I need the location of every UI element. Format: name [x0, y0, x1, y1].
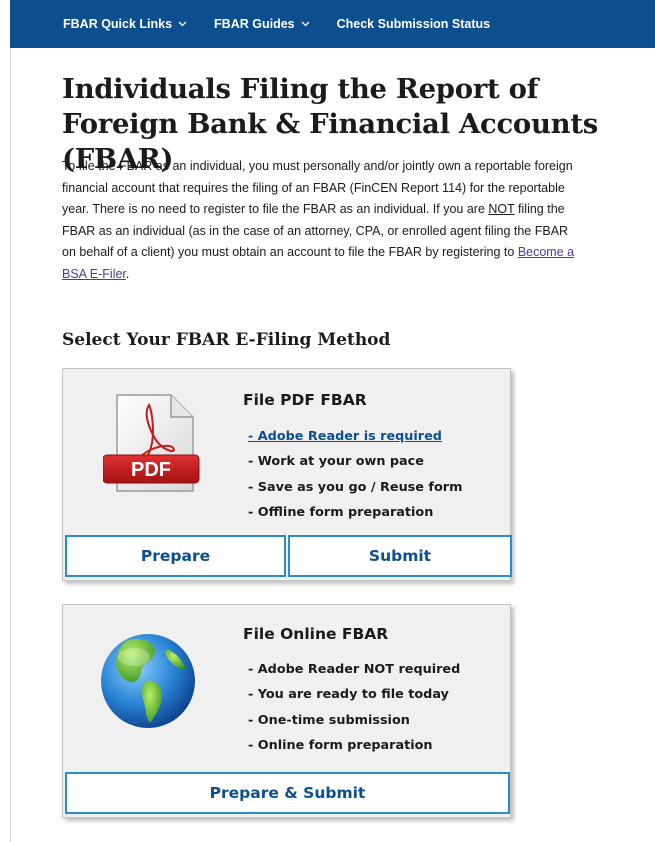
list-item[interactable]: - Adobe Reader is required [248, 424, 462, 449]
section-title: Select Your FBAR E-Filing Method [62, 330, 391, 350]
chevron-down-icon [301, 21, 310, 27]
pdf-fbar-card: PDF File PDF FBAR - Adobe Reader is requ… [62, 368, 512, 581]
nav-item-label: FBAR Guides [214, 17, 295, 31]
list-item: - Online form preparation [248, 737, 433, 753]
list-item: - Save as you go / Reuse form [248, 479, 463, 495]
page-left-border [10, 0, 11, 842]
nav-fbar-guides[interactable]: FBAR Guides [214, 17, 310, 31]
pdf-card-buttons: Prepare Submit [65, 535, 512, 577]
intro-not-emphasis: NOT [488, 202, 515, 217]
chevron-down-icon [178, 21, 187, 27]
prepare-and-submit-button[interactable]: Prepare & Submit [65, 772, 510, 814]
nav-check-submission-status[interactable]: Check Submission Status [337, 17, 491, 31]
list-item: - You are ready to file today [248, 687, 449, 703]
globe-icon [101, 634, 195, 728]
pdf-card-title: File PDF FBAR [243, 391, 367, 409]
online-fbar-card: File Online FBAR - Adobe Reader NOT requ… [62, 604, 511, 818]
top-navigation: FBAR Quick Links FBAR Guides Check Submi… [10, 0, 655, 48]
online-feature-list: - Adobe Reader NOT required - You are re… [248, 657, 460, 758]
list-item: - Adobe Reader NOT required [248, 662, 461, 677]
adobe-reader-required-link[interactable]: - Adobe Reader is required [248, 429, 442, 444]
list-item: - One-time submission [248, 712, 410, 728]
pdf-file-icon: PDF [103, 394, 200, 492]
intro-text-3: . [125, 266, 130, 281]
prepare-button[interactable]: Prepare [65, 535, 286, 577]
pdf-icon-label: PDF [131, 459, 171, 481]
nav-item-label: FBAR Quick Links [63, 17, 173, 31]
nav-item-label: Check Submission Status [336, 17, 491, 31]
online-card-title: File Online FBAR [243, 625, 389, 643]
online-card-buttons: Prepare & Submit [65, 772, 510, 814]
list-item: - Offline form preparation [248, 504, 434, 520]
nav-fbar-quick-links[interactable]: FBAR Quick Links [63, 17, 187, 31]
list-item: - Work at your own pace [248, 454, 424, 470]
intro-paragraph: To file the FBAR as an individual, you m… [62, 156, 582, 286]
pdf-feature-list: - Adobe Reader is required - Work at you… [248, 424, 462, 525]
submit-button[interactable]: Submit [288, 535, 512, 577]
